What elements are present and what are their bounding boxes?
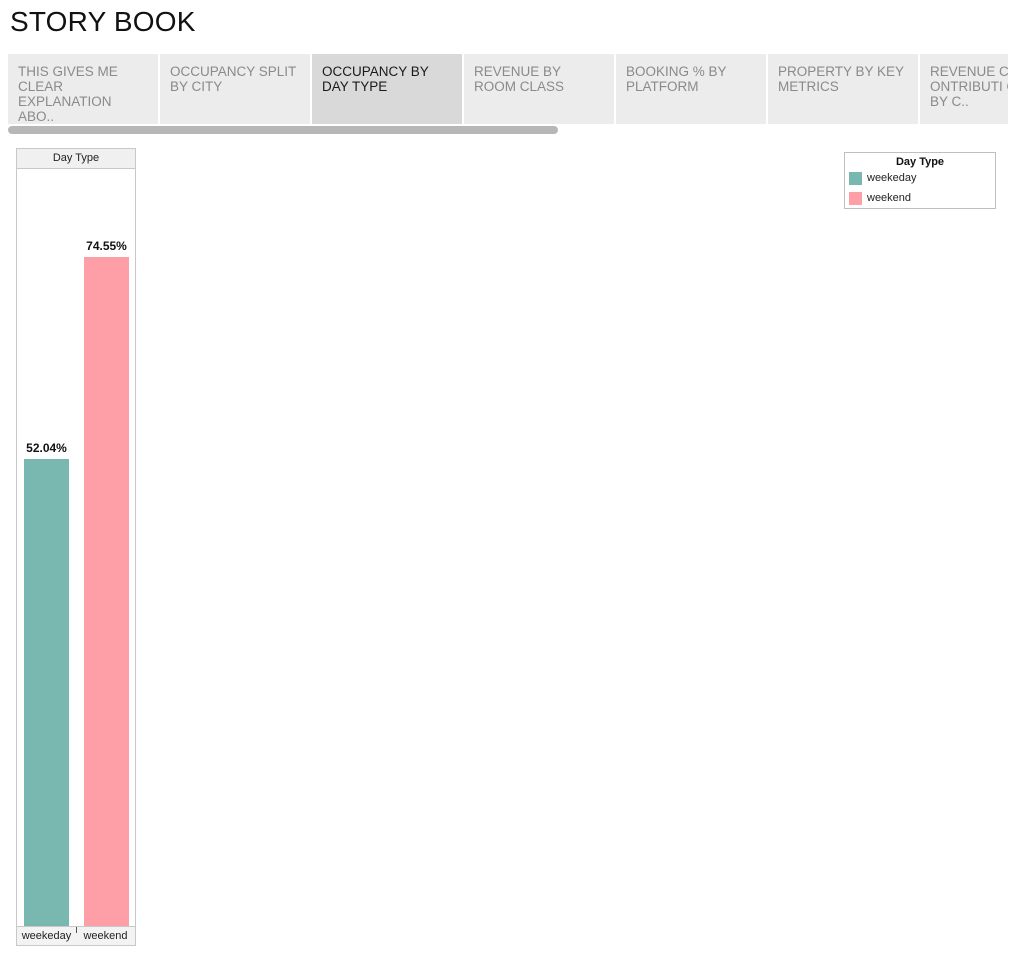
story-tab-occupancy-by-day-type[interactable]: OCCUPANCY BY DAY TYPE [312,54,462,124]
legend-label-weekend: weekend [867,192,912,204]
story-tab-revenue-by-room-class[interactable]: REVENUE BY ROOM CLASS [464,54,614,124]
legend-title: Day Type [895,156,945,168]
x-tick-weekeday: weekeday [21,930,72,942]
story-title: STORY BOOK [10,6,196,37]
legend-swatch-weekend [849,192,862,205]
legend-label-weekeday: weekeday [867,172,917,184]
story-tab-booking-by-platform[interactable]: BOOKING % BY PLATFORM [616,54,766,124]
occupancy-chart-panel: Day Type 52.04% 74.55% weekeday weekend [16,148,136,946]
data-label-weekend: 74.55% [86,239,127,253]
x-tick-weekend: weekend [83,930,128,942]
data-label-weekeday: 52.04% [26,441,67,455]
x-axis: weekeday weekend [17,926,135,945]
legend: Day Type weekeday weekend [844,152,996,209]
chart-column-header: Day Type [17,149,135,169]
bar-weekend[interactable] [84,257,129,927]
story-tab-property-by-key-metrics[interactable]: PROPERTY BY KEY METRICS [768,54,918,124]
legend-swatch-weekeday [849,172,862,185]
bar-weekeday[interactable] [24,459,69,927]
story-tab-revenue-contribution[interactable]: REVENUE C ONTRIBUTI ON % BY C.. [920,54,1008,124]
chart-plot-area: 52.04% 74.55% [17,169,135,927]
story-tab-strip: THIS GIVES ME CLEAR EXPLANATION ABO.. OC… [8,54,1008,124]
tab-strip-scrollbar[interactable] [8,126,558,134]
story-tab-clear-explanation[interactable]: THIS GIVES ME CLEAR EXPLANATION ABO.. [8,54,158,124]
story-tab-occupancy-split-by-city[interactable]: OCCUPANCY SPLIT BY CITY [160,54,310,124]
